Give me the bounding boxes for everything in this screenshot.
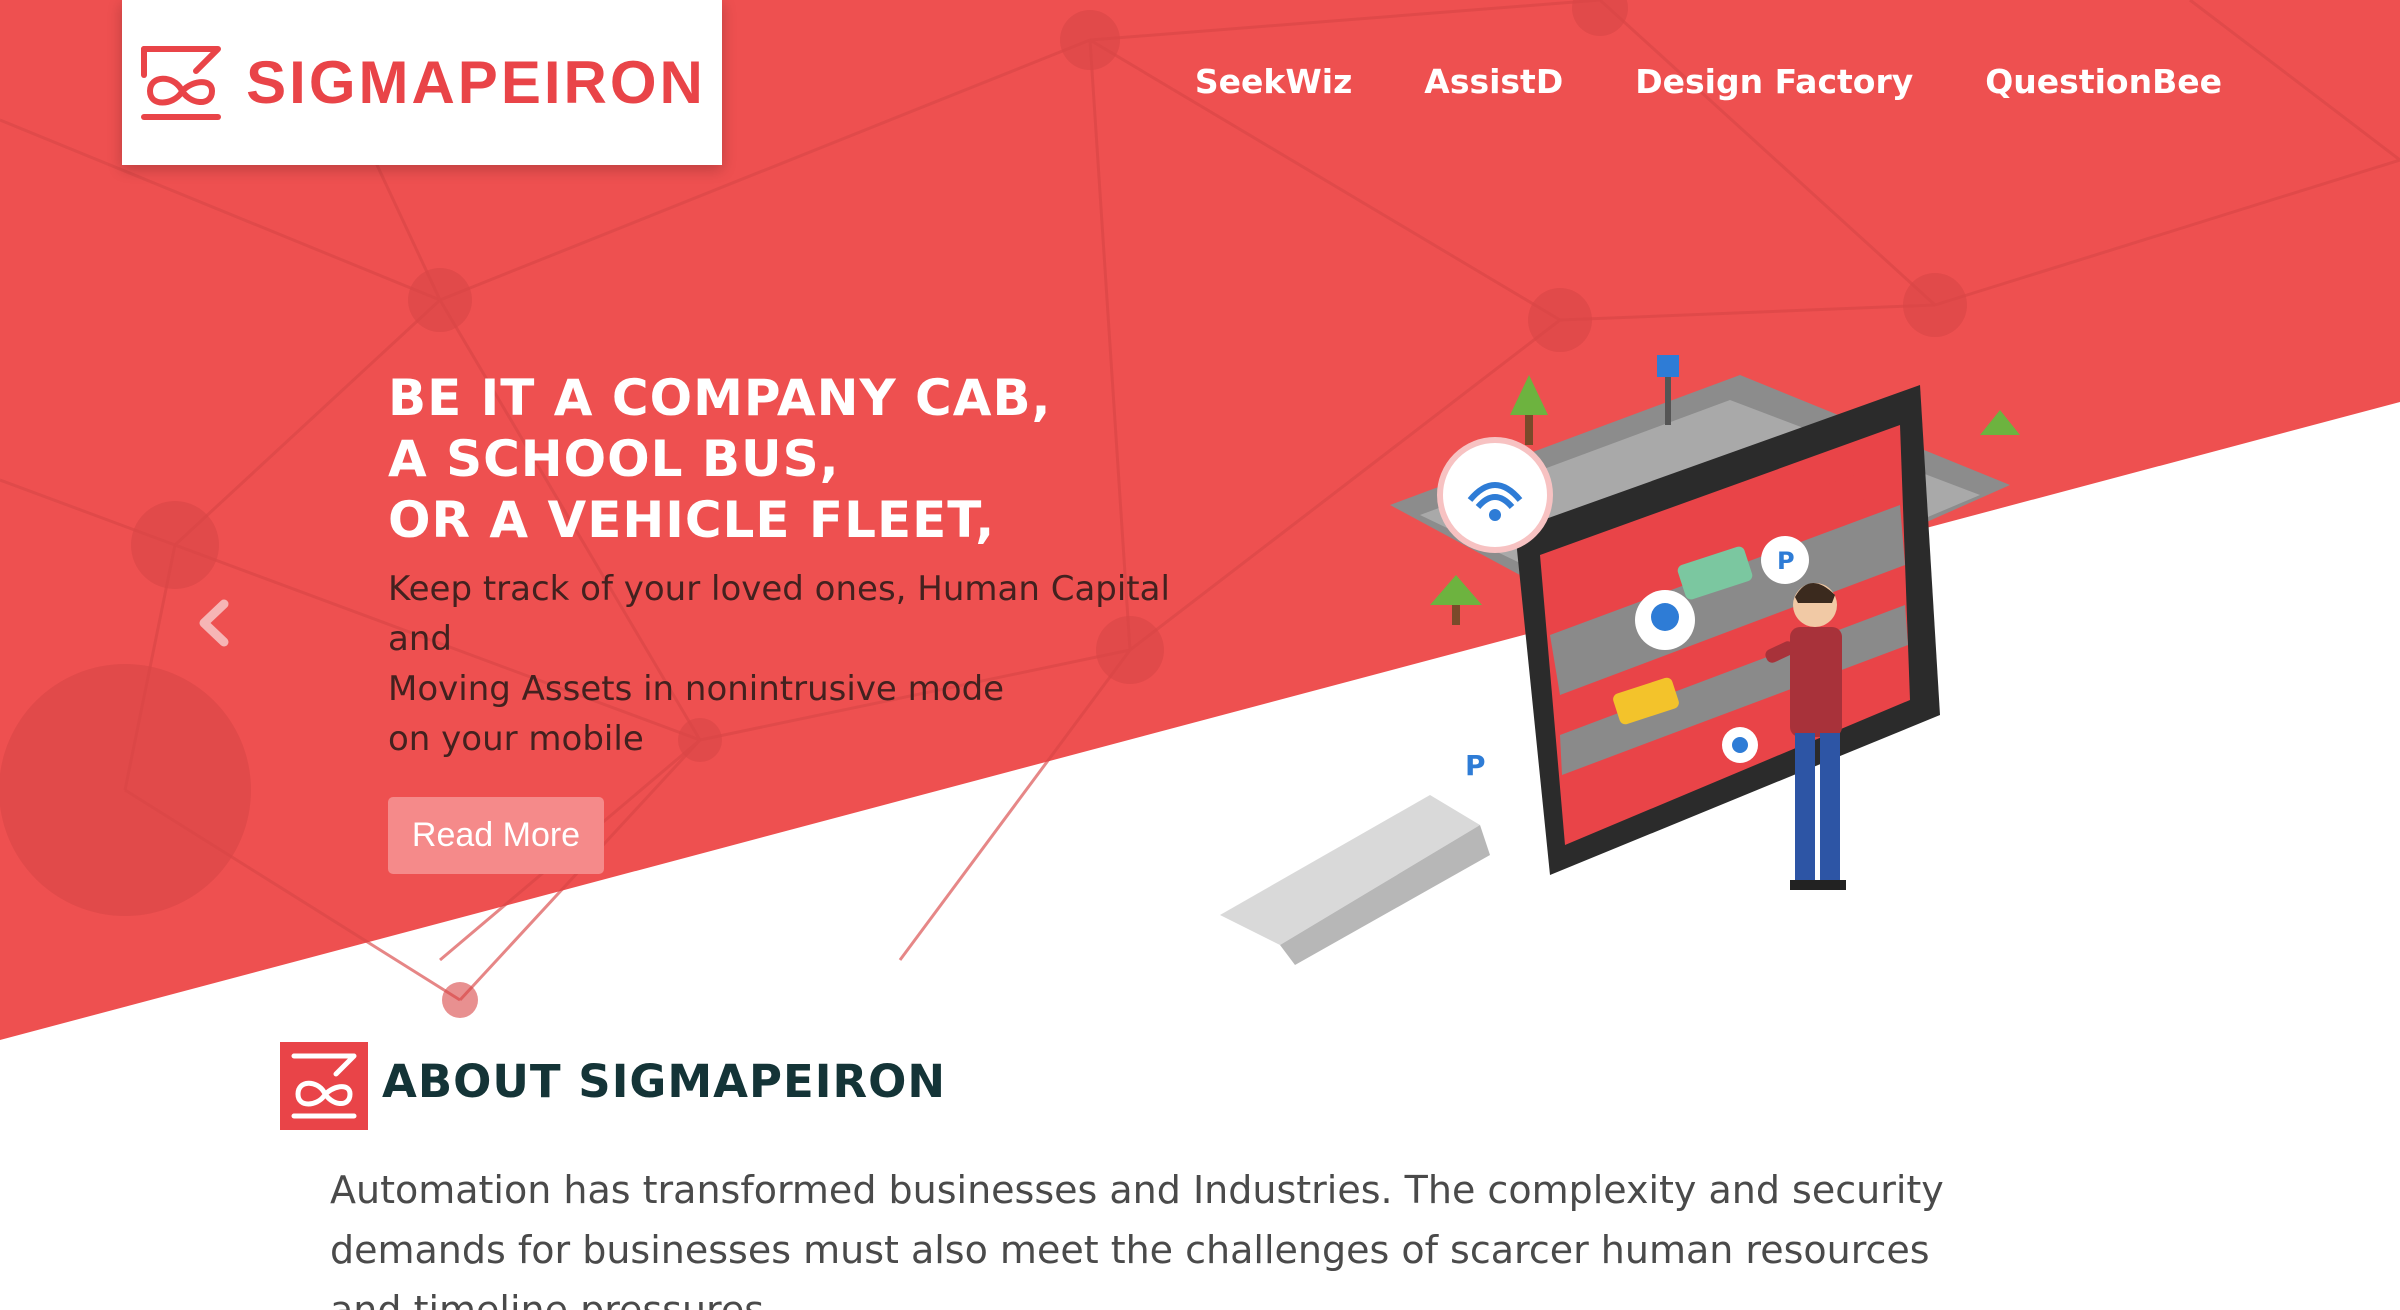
nav-link-seekwiz[interactable]: SeekWiz: [1195, 62, 1352, 101]
chevron-left-icon[interactable]: [196, 598, 232, 648]
about-section-title: ABOUT SIGMAPEIRON: [382, 1055, 947, 1108]
read-more-button[interactable]: Read More: [388, 797, 604, 874]
top-navigation: SeekWiz AssistD Design Factory QuestionB…: [1195, 62, 2222, 101]
hero-description: Keep track of your loved ones, Human Cap…: [388, 564, 1170, 764]
about-section-body: Automation has transformed businesses an…: [330, 1160, 2090, 1310]
hero-headline-line: A SCHOOL BUS,: [388, 430, 840, 488]
tree-icon: [1510, 375, 1548, 445]
about-body-line: and timeline pressures.: [330, 1288, 777, 1310]
hero-headline-line: OR A VEHICLE FLEET,: [388, 491, 996, 549]
hero-headline-line: BE IT A COMPANY CAB,: [388, 369, 1052, 427]
nav-link-design-factory[interactable]: Design Factory: [1635, 62, 1913, 101]
about-logo-icon: [280, 1042, 368, 1130]
svg-text:P: P: [1465, 749, 1486, 782]
tablet-vehicle-tracking-illustration: P P: [1220, 355, 2020, 965]
about-body-line: Automation has transformed businesses an…: [330, 1168, 1944, 1212]
hero-headline: BE IT A COMPANY CAB, A SCHOOL BUS, OR A …: [388, 368, 1052, 551]
brand-name: SIGMAPEIRON: [246, 49, 706, 116]
hero-description-line: and: [388, 619, 452, 659]
about-body-line: demands for businesses must also meet th…: [330, 1228, 1930, 1272]
page: SIGMAPEIRON SeekWiz AssistD Design Facto…: [0, 0, 2400, 1310]
logo[interactable]: SIGMAPEIRON: [122, 0, 722, 165]
nav-link-questionbee[interactable]: QuestionBee: [1985, 62, 2222, 101]
infinity-logo-icon: [138, 45, 224, 121]
hero-description-line: on your mobile: [388, 719, 644, 759]
hero-description-line: Keep track of your loved ones, Human Cap…: [388, 569, 1170, 609]
hero-description-line: Moving Assets in nonintrusive mode: [388, 669, 1005, 709]
nav-link-assistd[interactable]: AssistD: [1424, 62, 1563, 101]
svg-text:P: P: [1777, 547, 1795, 575]
